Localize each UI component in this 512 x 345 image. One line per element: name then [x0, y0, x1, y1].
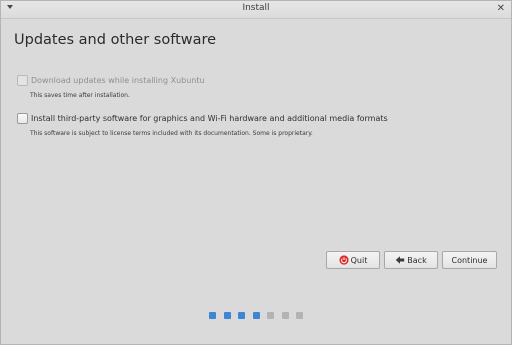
download-updates-option: Download updates while installing Xubunt… [17, 75, 205, 99]
download-updates-label: Download updates while installing Xubunt… [31, 76, 205, 85]
window-title: Install [242, 3, 270, 13]
progress-step-complete [209, 312, 216, 319]
download-updates-description: This saves time after installation. [30, 92, 130, 99]
third-party-option: Install third-party software for graphic… [17, 113, 388, 137]
progress-indicator [209, 312, 311, 319]
quit-button[interactable]: Quit [326, 251, 380, 269]
progress-step-complete [223, 312, 231, 319]
back-label: Back [407, 255, 427, 265]
progress-step-pending [296, 312, 303, 319]
page-title: Updates and other software [14, 32, 217, 48]
download-updates-checkbox[interactable] [17, 75, 28, 86]
progress-step-pending [281, 312, 289, 319]
third-party-description: This software is subject to license term… [30, 130, 313, 137]
progress-step-pending [267, 312, 274, 319]
progress-step-complete [238, 312, 245, 319]
third-party-checkbox[interactable] [17, 113, 28, 124]
third-party-label[interactable]: Install third-party software for graphic… [31, 114, 388, 123]
continue-button[interactable]: Continue [442, 251, 497, 269]
arrow-left-icon [395, 255, 405, 265]
power-icon [339, 255, 349, 265]
installer-window: Install ✕ Updates and other software Dow… [0, 0, 512, 345]
progress-step-complete [252, 312, 260, 319]
close-icon[interactable]: ✕ [497, 2, 505, 16]
quit-label: Quit [350, 255, 368, 265]
continue-label: Continue [451, 255, 488, 265]
back-button[interactable]: Back [384, 251, 438, 269]
title-bar: Install ✕ [1, 1, 511, 19]
